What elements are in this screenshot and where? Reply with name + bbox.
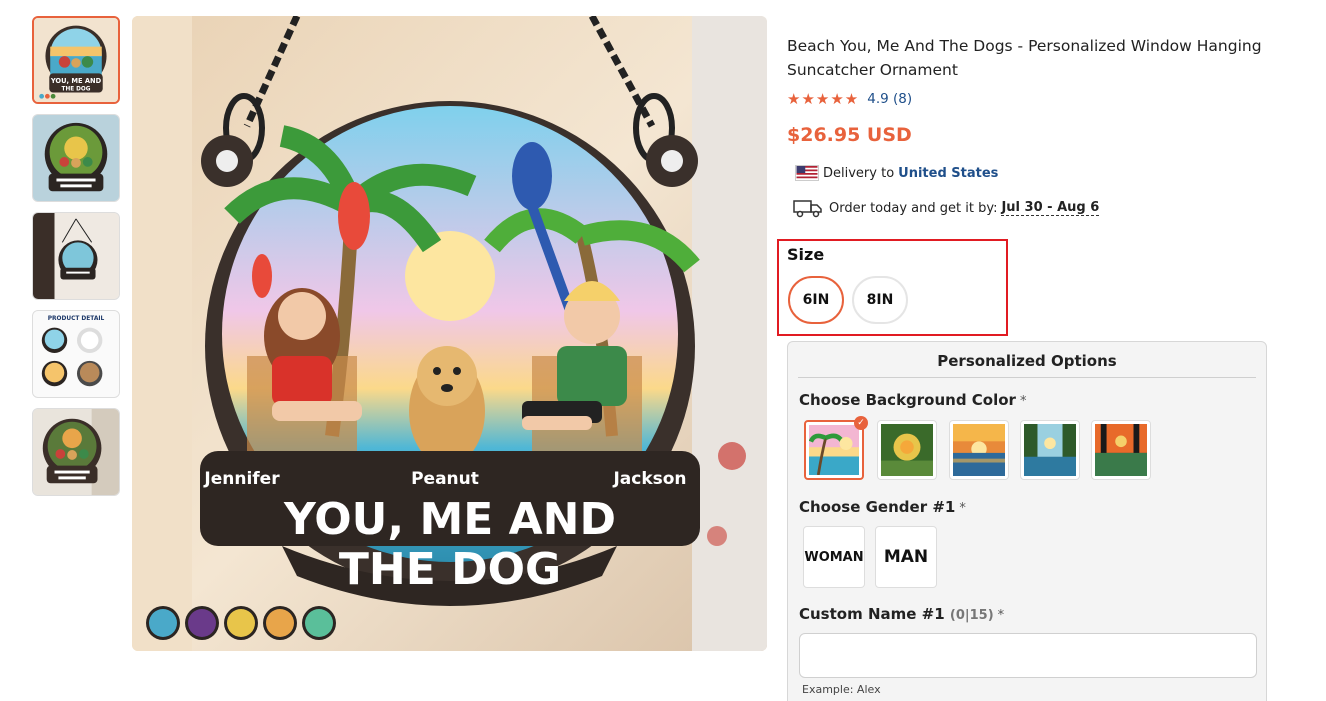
bg-swatch-lake-forest[interactable] [1020,420,1080,480]
us-flag-icon [795,165,819,181]
gender-label-text: Choose Gender #1 [799,498,956,516]
image-name-1: Jennifer [203,469,280,489]
required-mark: * [997,608,1005,623]
delivery-info: Delivery to United States [795,164,1267,182]
thumbnail-4-image: PRODUCT DETAIL [33,311,119,397]
image-headline-2: THE DOG [339,544,561,595]
product-rating[interactable]: ★★★★★ 4.9 (8) [787,90,1267,108]
gender-option-woman[interactable]: WOMAN [803,526,865,588]
personalized-options-title: Personalized Options [937,352,1117,370]
options-divider [798,377,1256,378]
delivery-prefix: Delivery to [823,165,895,181]
name-char-count: (0|15) [949,608,994,623]
thumb-detail-title: PRODUCT DETAIL [48,316,105,322]
thumb-caption-2: THE DOG [62,87,91,93]
custom-name-label: Custom Name #1 (0|15) * [799,605,1004,623]
thumbnail-1-image: YOU, ME AND THE DOG [34,18,118,102]
order-prefix: Order today and get it by: [829,200,998,216]
thumbnail-5[interactable] [32,408,120,496]
background-color-label-text: Choose Background Color [799,391,1016,409]
bg-swatch-lake-forest-image [1024,424,1076,476]
thumbnail-3-image [33,213,119,299]
selected-check-icon: ✓ [854,416,868,430]
star-rating-icon: ★★★★★ [787,90,860,108]
truck-icon [793,198,823,218]
delivery-country-link[interactable]: United States [898,166,998,181]
thumbnail-4[interactable]: PRODUCT DETAIL [32,310,120,398]
suncatcher-illustration: Jennifer Peanut Jackson YOU, ME AND THE … [132,16,767,651]
gender-option-man[interactable]: MAN [875,526,937,588]
image-headline-1: YOU, ME AND [283,494,616,545]
size-option-6in[interactable]: 6IN [788,276,844,324]
bg-swatch-sunset-sea[interactable] [949,420,1009,480]
thumbnail-3[interactable] [32,212,120,300]
image-name-2: Peanut [411,469,479,489]
custom-name-label-text: Custom Name #1 [799,605,945,623]
gender-label: Choose Gender #1 * [799,498,966,516]
required-mark: * [1019,394,1027,409]
bg-swatch-tropical[interactable]: ✓ [804,416,868,480]
thumbnail-5-image [33,409,119,495]
product-price: $26.95 USD [787,124,912,146]
size-label: Size [787,245,825,264]
thumb-caption-1: YOU, ME AND [50,77,102,85]
order-today-info: Order today and get it by: Jul 30 - Aug … [793,198,1267,218]
product-info: Beach You, Me And The Dogs - Personalize… [787,34,1267,218]
custom-name-example: Example: Alex [802,683,881,696]
background-color-label: Choose Background Color * [799,391,1026,409]
product-page: YOU, ME AND THE DOG PRODUCT DETAIL Jenni… [0,0,1326,701]
thumbnail-2[interactable] [32,114,120,202]
bg-swatch-autumn-forest-image [1095,424,1147,476]
product-title: Beach You, Me And The Dogs - Personalize… [787,37,1262,79]
main-product-image[interactable]: Jennifer Peanut Jackson YOU, ME AND THE … [132,16,767,651]
bg-swatch-autumn-forest[interactable] [1091,420,1151,480]
bg-swatch-tropical-image [809,425,859,475]
thumbnail-1[interactable]: YOU, ME AND THE DOG [32,16,120,104]
rating-value[interactable]: 4.9 (8) [867,91,912,107]
size-option-8in[interactable]: 8IN [852,276,908,324]
bg-swatch-sunburst-green-image [881,424,933,476]
delivery-dates[interactable]: Jul 30 - Aug 6 [1001,200,1100,216]
required-mark: * [959,501,966,516]
custom-name-input[interactable] [799,633,1257,678]
bg-swatch-sunburst-green[interactable] [877,420,937,480]
image-name-3: Jackson [612,469,686,489]
bg-swatch-sunset-sea-image [953,424,1005,476]
thumbnail-gallery: YOU, ME AND THE DOG PRODUCT DETAIL [32,16,120,506]
personalized-options-panel: Personalized Options Choose Background C… [787,341,1267,701]
thumbnail-2-image [33,115,119,201]
